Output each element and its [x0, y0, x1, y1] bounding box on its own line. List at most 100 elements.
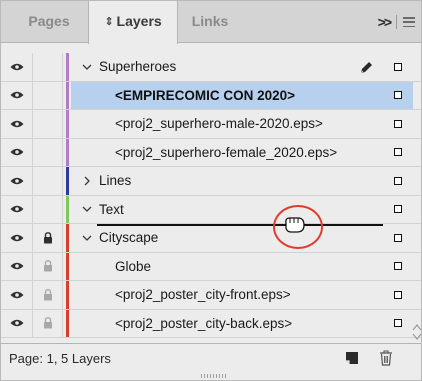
layer-color-swatch: [66, 53, 69, 81]
select-square-icon: [394, 91, 402, 100]
visibility-eye-icon[interactable]: [1, 195, 33, 223]
visibility-eye-icon[interactable]: [1, 53, 33, 81]
cursor-highlight-ring: [273, 205, 323, 249]
visibility-eye-icon[interactable]: [1, 81, 33, 109]
layers-panel: Pages ⇕ Layers Links >> Superheroes <EMPIR…: [0, 0, 422, 381]
layer-label: Lines: [99, 173, 132, 189]
controls-divider: [396, 15, 397, 29]
layer-label: Cityscape: [99, 230, 159, 246]
layer-label: Globe: [115, 258, 152, 274]
layer-color-swatch: [66, 195, 69, 223]
lock-icon[interactable]: [33, 195, 63, 223]
layer-name-area[interactable]: <proj2_poster_city-front.eps>: [71, 281, 383, 309]
select-square-icon: [394, 319, 402, 328]
lock-icon[interactable]: [33, 53, 63, 81]
visibility-eye-icon[interactable]: [1, 167, 33, 195]
updown-arrows-icon: ⇕: [104, 16, 114, 28]
layer-color-swatch: [66, 167, 69, 195]
tab-pages[interactable]: Pages: [11, 1, 87, 43]
resize-grip[interactable]: [201, 374, 227, 378]
select-item-box[interactable]: [383, 310, 413, 338]
layer-name-area[interactable]: Cityscape: [71, 224, 383, 252]
layer-row[interactable]: Cityscape: [1, 224, 421, 253]
select-square-icon: [394, 290, 402, 299]
layer-name-area[interactable]: <proj2_superhero-female_2020.eps>: [71, 139, 383, 167]
layers-status: Page: 1, 5 Layers: [9, 351, 111, 366]
layer-name-area[interactable]: Lines: [71, 167, 383, 195]
layer-color-swatch: [66, 252, 69, 280]
layer-color-swatch: [66, 224, 69, 252]
lock-icon[interactable]: [33, 224, 63, 252]
panel-tab-bar: Pages ⇕ Layers Links >>: [1, 1, 421, 44]
layer-name-area[interactable]: Text: [71, 196, 383, 224]
visibility-eye-icon[interactable]: [1, 138, 33, 166]
layer-name-area[interactable]: <proj2_superhero-male-2020.eps>: [71, 110, 383, 138]
chevron-down-icon[interactable]: [80, 64, 94, 70]
panel-controls: >>: [378, 13, 415, 31]
layer-item-row[interactable]: <proj2_poster_city-back.eps>: [1, 309, 421, 338]
trash-icon[interactable]: [379, 350, 393, 366]
visibility-eye-icon[interactable]: [1, 252, 33, 280]
target-layer-pen-icon: [360, 61, 373, 74]
select-square-icon: [394, 119, 402, 128]
tab-pages-label: Pages: [28, 13, 70, 29]
layer-item-row[interactable]: <EMPIRECOMIC CON 2020>: [1, 81, 421, 110]
layer-label: Text: [99, 201, 124, 217]
select-square-icon: [394, 148, 402, 157]
select-square-icon: [394, 262, 402, 271]
layer-row[interactable]: Superheroes: [1, 53, 421, 82]
panel-footer: Page: 1, 5 Layers: [1, 343, 421, 371]
layer-row[interactable]: Text: [1, 195, 421, 224]
visibility-eye-icon[interactable]: [1, 110, 33, 138]
chevron-down-icon[interactable]: [80, 206, 94, 213]
select-item-box[interactable]: [383, 53, 413, 81]
layer-row[interactable]: Lines: [1, 167, 421, 196]
chevron-down-icon[interactable]: [80, 235, 94, 241]
select-item-box[interactable]: [383, 139, 413, 167]
layer-label: <proj2_superhero-male-2020.eps>: [115, 116, 323, 132]
layer-item-row[interactable]: Globe: [1, 252, 421, 281]
select-item-box[interactable]: [383, 110, 413, 138]
select-item-box[interactable]: [383, 196, 413, 224]
select-square-icon: [394, 205, 402, 214]
layer-name-area[interactable]: Superheroes: [71, 53, 383, 81]
layer-label: <proj2_superhero-female_2020.eps>: [115, 144, 338, 160]
layer-color-swatch: [66, 281, 69, 309]
panel-menu-icon[interactable]: [403, 17, 415, 27]
scroll-arrows-icon[interactable]: [412, 323, 422, 341]
layer-name-area[interactable]: Globe: [71, 253, 383, 281]
visibility-eye-icon[interactable]: [1, 309, 33, 337]
layer-item-row[interactable]: <proj2_superhero-female_2020.eps>: [1, 138, 421, 167]
visibility-eye-icon[interactable]: [1, 224, 33, 252]
visibility-eye-icon[interactable]: [1, 281, 33, 309]
new-layer-icon[interactable]: [345, 351, 359, 365]
drag-drop-indicator: [97, 224, 383, 226]
layer-name-area[interactable]: <EMPIRECOMIC CON 2020>: [71, 81, 383, 109]
layer-item-row[interactable]: <proj2_poster_city-front.eps>: [1, 281, 421, 310]
tab-links[interactable]: Links: [179, 1, 241, 43]
select-item-box[interactable]: [383, 281, 413, 309]
lock-icon[interactable]: [33, 309, 63, 337]
select-item-box[interactable]: [383, 224, 413, 252]
select-item-box[interactable]: [383, 81, 413, 109]
select-item-box[interactable]: [383, 167, 413, 195]
layers-list: Superheroes <EMPIRECOMIC CON 2020> <proj2_…: [1, 53, 421, 338]
select-item-box[interactable]: [383, 253, 413, 281]
layer-color-swatch: [66, 81, 69, 109]
lock-icon[interactable]: [33, 167, 63, 195]
collapse-panel-icon[interactable]: >>: [378, 14, 392, 30]
layer-label: <EMPIRECOMIC CON 2020>: [115, 87, 296, 103]
lock-icon[interactable]: [33, 281, 63, 309]
layer-label: <proj2_poster_city-back.eps>: [115, 315, 293, 331]
tab-layers[interactable]: ⇕ Layers: [88, 1, 178, 44]
tab-layers-label: Layers: [116, 13, 162, 29]
lock-icon[interactable]: [33, 110, 63, 138]
layer-label: <proj2_poster_city-front.eps>: [115, 287, 291, 303]
lock-icon[interactable]: [33, 81, 63, 109]
layer-color-swatch: [66, 309, 69, 337]
layer-name-area[interactable]: <proj2_poster_city-back.eps>: [71, 310, 383, 338]
lock-icon[interactable]: [33, 138, 63, 166]
chevron-right-icon[interactable]: [80, 176, 94, 186]
lock-icon[interactable]: [33, 252, 63, 280]
layer-item-row[interactable]: <proj2_superhero-male-2020.eps>: [1, 110, 421, 139]
